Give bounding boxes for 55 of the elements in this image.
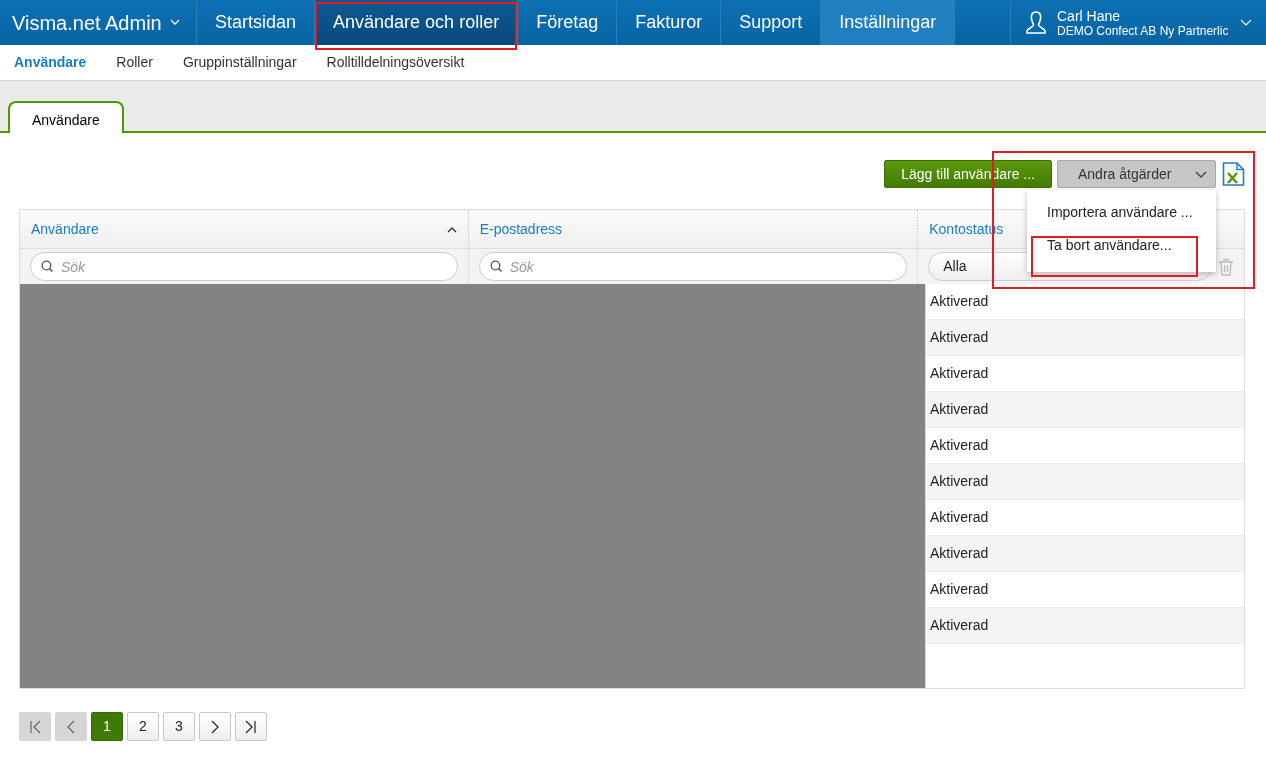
subnav-link[interactable]: Gruppinställningar: [182, 52, 297, 73]
last-page-icon: [245, 719, 257, 734]
status-cell-text: Aktiverad: [930, 364, 989, 383]
page-button[interactable]: 1: [91, 712, 123, 741]
table-row[interactable]: Aktiverad: [926, 320, 1244, 356]
column-title: Användare: [31, 219, 99, 239]
company-name: DEMO Confect AB Ny Partnerlic: [1057, 23, 1229, 38]
chevron-down-icon: [1240, 19, 1252, 26]
nav-tab[interactable]: Startsidan: [197, 0, 316, 45]
column-header[interactable]: E-postadress: [468, 210, 919, 248]
status-cell-text: Aktiverad: [930, 328, 989, 347]
status-cell-text: Aktiverad: [930, 616, 989, 635]
chevron-right-icon: [209, 719, 221, 734]
more-actions-button[interactable]: Andra åtgärder: [1057, 160, 1216, 188]
status-cell-text: Aktiverad: [930, 472, 989, 491]
table-row[interactable]: Aktiverad: [926, 608, 1244, 644]
sort-ascending-icon: [446, 225, 457, 233]
status-cell-text: Aktiverad: [930, 436, 989, 455]
search-field[interactable]: Sök: [478, 252, 908, 281]
chevron-left-icon: [65, 719, 77, 734]
tab[interactable]: Användare: [8, 101, 124, 133]
first-page-icon: [29, 719, 41, 734]
search-icon: [489, 260, 502, 272]
user-icon: [1025, 10, 1047, 35]
next-page-button[interactable]: [199, 712, 231, 741]
table-row[interactable]: Aktiverad: [926, 392, 1244, 428]
page-button[interactable]: 2: [127, 712, 159, 741]
user-name: Carl Hane: [1057, 7, 1122, 24]
column-title: E-postadress: [479, 219, 563, 239]
page-button[interactable]: 3: [163, 712, 195, 741]
app-menu[interactable]: Visma.net Admin: [0, 0, 197, 45]
status-cell-text: Aktiverad: [930, 400, 989, 419]
excel-export-icon[interactable]: [1222, 162, 1245, 186]
status-cell-text: Aktiverad: [930, 508, 989, 527]
status-cell-text: Aktiverad: [930, 544, 989, 563]
menu-item[interactable]: Ta bort användare...: [1027, 229, 1216, 262]
subnav-link[interactable]: Användare: [14, 52, 87, 73]
nav-tab[interactable]: Företag: [518, 0, 618, 45]
subnav-link[interactable]: Rolltilldelningsöversikt: [326, 52, 465, 73]
trash-icon[interactable]: [1218, 257, 1234, 276]
status-cell-text: Aktiverad: [930, 292, 989, 311]
chevron-down-icon: [169, 19, 180, 26]
status-cell-text: Aktiverad: [930, 580, 989, 599]
nav-tab[interactable]: Inställningar: [821, 0, 956, 45]
search-icon: [41, 260, 53, 272]
column-header[interactable]: Användare: [20, 210, 469, 248]
subnav-link[interactable]: Roller: [116, 52, 153, 73]
menu-item[interactable]: Importera användare ...: [1027, 196, 1216, 229]
search-field[interactable]: Sök: [30, 252, 458, 281]
table-row[interactable]: Aktiverad: [926, 464, 1244, 500]
chevron-down-icon: [1195, 170, 1207, 178]
nav-tab[interactable]: Fakturor: [617, 0, 722, 45]
user-menu[interactable]: Carl Hane DEMO Confect AB Ny Partnerlic: [1010, 0, 1266, 45]
table-row[interactable]: Aktiverad: [926, 536, 1244, 572]
last-page-button[interactable]: [235, 712, 267, 741]
